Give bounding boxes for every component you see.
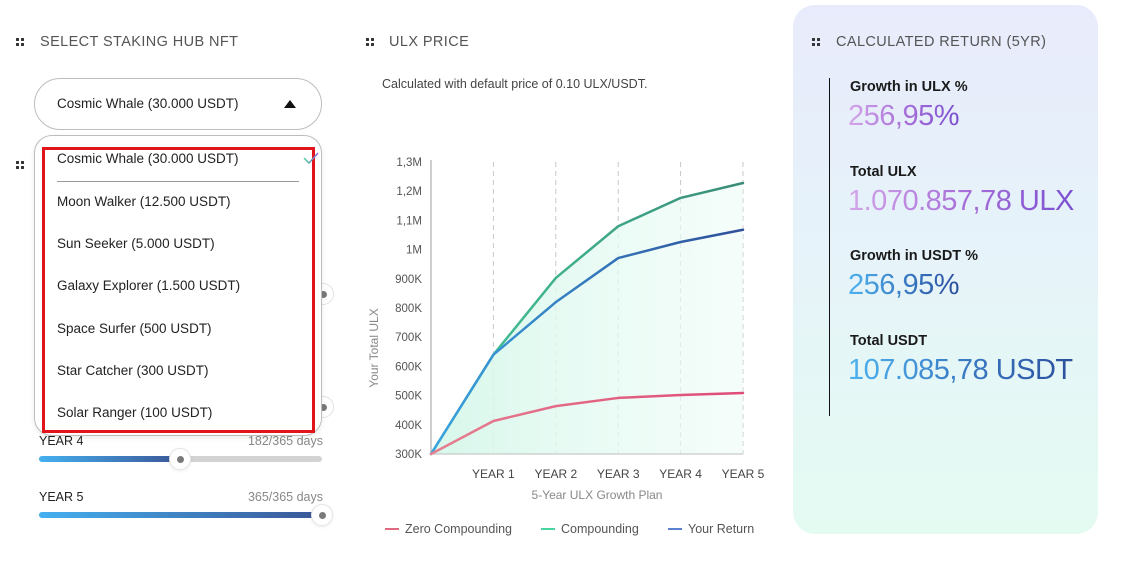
growth-ulx-value: 256,95% xyxy=(848,100,960,132)
legend-swatch xyxy=(668,527,682,530)
option-label: Star Catcher (300 USDT) xyxy=(57,363,209,378)
staking-hub-title: SELECT STAKING HUB NFT xyxy=(40,34,239,50)
slider-days: 365/365 days xyxy=(247,490,323,504)
dropdown-option[interactable]: Solar Ranger (100 USDT) xyxy=(51,398,313,434)
x-tick-label: YEAR 3 xyxy=(597,467,640,481)
calculated-return-card: CALCULATED RETURN (5YR) Growth in ULX % … xyxy=(793,5,1098,534)
slider-thumb[interactable] xyxy=(169,448,192,470)
y-axis-title: Your Total ULX xyxy=(367,308,381,387)
nft-dropdown-menu: Cosmic Whale (30.000 USDT) Moon Walker (… xyxy=(34,135,322,436)
option-label: Cosmic Whale (30.000 USDT) xyxy=(57,151,239,166)
slider-track[interactable] xyxy=(39,448,322,470)
y-tick-label: 300K xyxy=(395,449,422,461)
y-tick-label: 1,1M xyxy=(396,215,422,227)
metric-label: Growth in ULX % xyxy=(850,79,968,95)
legend-item-compounding[interactable]: Compounding xyxy=(541,522,639,536)
slider-fill xyxy=(39,456,181,462)
y-tick-label: 900K xyxy=(395,274,422,286)
legend-label: Your Return xyxy=(688,522,755,536)
drag-handle-icon[interactable] xyxy=(812,38,820,46)
option-label: Space Surfer (500 USDT) xyxy=(57,321,212,336)
growth-chart: 300K 400K 500K 600K 700K 800K 900K 1M 1,1M 1,2M 1,… xyxy=(367,157,765,502)
dropdown-option[interactable]: Cosmic Whale (30.000 USDT) xyxy=(57,144,319,174)
drag-handle-icon[interactable] xyxy=(16,161,24,169)
chart-area-fill xyxy=(431,183,743,455)
x-axis-title: 5-Year ULX Growth Plan xyxy=(532,488,663,502)
slider-days: 182/365 days xyxy=(247,434,323,448)
x-tick-label: YEAR 4 xyxy=(659,467,702,481)
y-tick-label: 800K xyxy=(395,303,422,315)
option-label: Solar Ranger (100 USDT) xyxy=(57,405,213,420)
growth-usdt-value: 256,95% xyxy=(848,269,960,301)
dropdown-option[interactable]: Space Surfer (500 USDT) xyxy=(51,314,313,350)
legend-item-your-return[interactable]: Your Return xyxy=(668,522,754,536)
metric-label: Total ULX xyxy=(850,164,917,180)
total-ulx-value: 1.070.857,78 ULX xyxy=(848,185,1074,217)
slider-label: YEAR 4 xyxy=(39,434,84,448)
calculated-return-title: CALCULATED RETURN (5YR) xyxy=(836,34,1047,50)
legend-swatch xyxy=(541,527,555,530)
option-label: Galaxy Explorer (1.500 USDT) xyxy=(57,278,241,293)
legend-item-zero[interactable]: Zero Compounding xyxy=(385,522,512,536)
dropdown-option[interactable]: Galaxy Explorer (1.500 USDT) xyxy=(51,271,313,307)
dropdown-option[interactable]: Sun Seeker (5.000 USDT) xyxy=(51,229,313,265)
legend-label: Zero Compounding xyxy=(405,522,513,536)
option-label: Moon Walker (12.500 USDT) xyxy=(57,194,231,209)
checkmark-icon xyxy=(303,152,319,165)
nft-select[interactable]: Cosmic Whale (30.000 USDT) xyxy=(34,78,322,130)
slider-track[interactable] xyxy=(39,504,333,526)
slider-fill xyxy=(39,512,322,518)
nft-select-value: Cosmic Whale (30.000 USDT) xyxy=(57,96,239,111)
x-tick-label: YEAR 5 xyxy=(722,467,765,481)
y-tick-label: 1,2M xyxy=(396,186,422,198)
drag-handle-icon[interactable] xyxy=(16,38,24,46)
caret-up-icon xyxy=(284,100,296,108)
x-tick-label: YEAR 2 xyxy=(534,467,577,481)
slider-thumb[interactable] xyxy=(311,504,333,526)
drag-handle-icon[interactable] xyxy=(366,38,374,46)
dropdown-divider xyxy=(57,181,299,182)
y-tick-label: 1,3M xyxy=(396,157,422,169)
y-tick-label: 600K xyxy=(395,361,422,373)
y-tick-label: 400K xyxy=(395,420,422,432)
metric-label: Growth in USDT % xyxy=(850,248,979,264)
x-tick-label: YEAR 1 xyxy=(472,467,515,481)
slider-label: YEAR 5 xyxy=(39,490,84,504)
option-label: Sun Seeker (5.000 USDT) xyxy=(57,236,215,251)
divider-line xyxy=(829,78,830,416)
y-tick-label: 1M xyxy=(406,245,422,257)
y-tick-label: 500K xyxy=(395,391,422,403)
legend-label: Compounding xyxy=(561,522,639,536)
metric-label: Total USDT xyxy=(850,333,928,349)
y-tick-label: 700K xyxy=(395,332,422,344)
dropdown-option[interactable]: Star Catcher (300 USDT) xyxy=(51,356,313,392)
total-usdt-value: 107.085,78 USDT xyxy=(848,354,1073,386)
ulx-price-title: ULX PRICE xyxy=(389,34,470,50)
dropdown-option[interactable]: Moon Walker (12.500 USDT) xyxy=(51,187,313,223)
price-subtitle: Calculated with default price of 0.10 UL… xyxy=(382,77,648,91)
legend-swatch xyxy=(385,527,399,530)
